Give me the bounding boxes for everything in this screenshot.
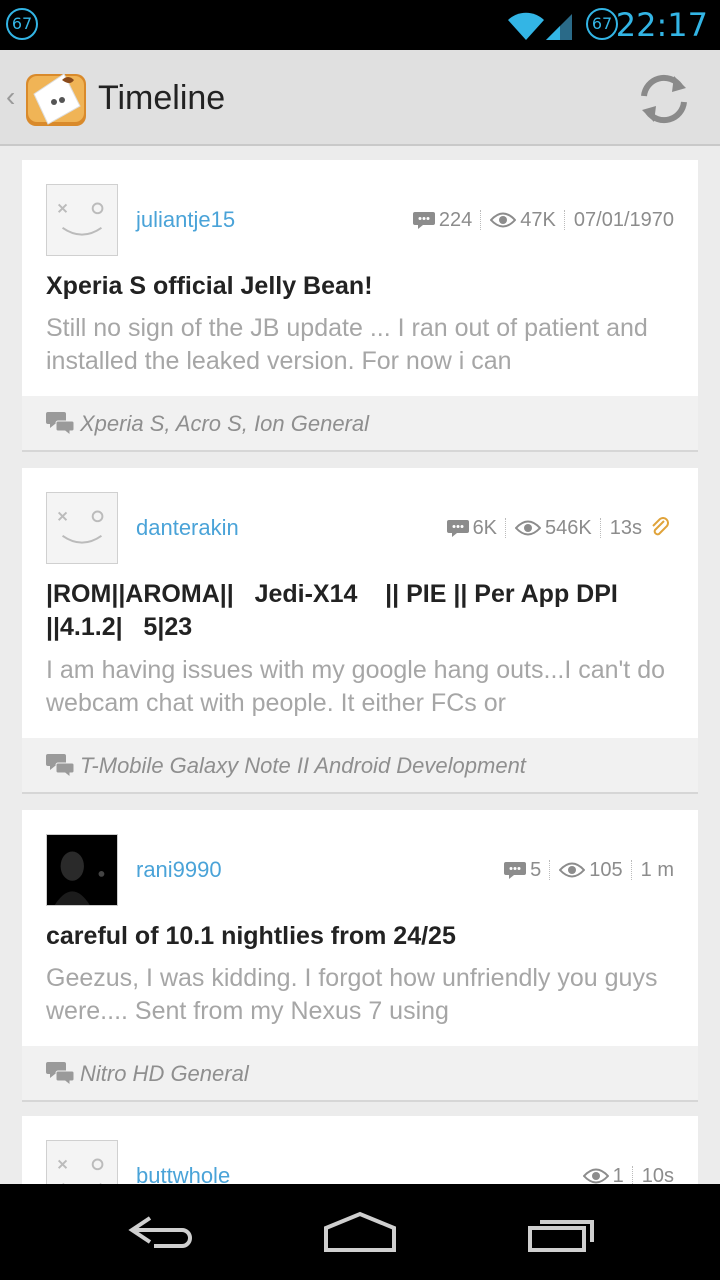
- wifi-icon: [508, 12, 544, 40]
- replies-icon: [412, 212, 435, 229]
- thread-card[interactable]: danterakin 6K 546K 13s |ROM||AROMA|| Jed…: [22, 468, 698, 794]
- divider: [480, 210, 482, 230]
- action-bar: ‹ Timeline: [0, 50, 720, 146]
- username-link[interactable]: rani9990: [136, 856, 222, 884]
- view-count: 47K: [520, 209, 556, 231]
- battery-badge: 67: [586, 8, 618, 40]
- default-avatar-icon[interactable]: [46, 184, 118, 256]
- navigation-bar: [0, 1184, 720, 1280]
- divider: [631, 1166, 634, 1184]
- post-time: 07/01/1970: [573, 209, 674, 231]
- thread-card[interactable]: rani9990 5 105 1 m careful of 10.1 night…: [22, 810, 698, 1102]
- view-count: 105: [589, 859, 623, 881]
- forum-name: T-Mobile Galaxy Note II Android Developm…: [80, 753, 526, 778]
- forum-icon: [46, 412, 75, 435]
- views-icon: [559, 862, 586, 878]
- home-icon[interactable]: [322, 1210, 398, 1254]
- up-caret-icon[interactable]: ‹: [6, 80, 15, 114]
- post-time: 13s: [609, 517, 642, 539]
- username-link[interactable]: buttwhole: [136, 1162, 230, 1184]
- forum-icon: [46, 1062, 75, 1085]
- thread-title[interactable]: careful of 10.1 nightlies from 24/25: [46, 920, 676, 953]
- thread-title[interactable]: Xperia S official Jelly Bean!: [46, 270, 676, 303]
- view-count: 1: [612, 1165, 624, 1184]
- page-title: Timeline: [98, 79, 226, 117]
- divider: [599, 518, 602, 538]
- thread-card[interactable]: juliantje15 224 47K 07/01/1970 Xperia S …: [22, 160, 698, 452]
- thread-stats: 224 47K 07/01/1970: [412, 206, 674, 234]
- thread-title[interactable]: |ROM||AROMA|| Jedi-X14 || PIE || Per App…: [46, 578, 676, 644]
- forum-name: Nitro HD General: [80, 1061, 249, 1086]
- views-icon: [515, 520, 542, 536]
- divider: [563, 210, 566, 230]
- thread-snippet: Still no sign of the JB update ... I ran…: [46, 314, 648, 375]
- forum-bar[interactable]: Nitro HD General: [22, 1046, 698, 1100]
- reply-count: 5: [530, 859, 542, 881]
- default-avatar-icon[interactable]: [46, 1140, 118, 1184]
- status-bar: 67 67 22:17: [0, 0, 720, 50]
- thread-snippet: Geezus, I was kidding. I forgot how unfr…: [46, 964, 658, 1025]
- views-icon: [582, 1168, 609, 1184]
- replies-icon: [504, 862, 527, 879]
- divider: [549, 860, 551, 880]
- thread-stats: 1 10s: [582, 1162, 674, 1184]
- notification-badge: 67: [6, 8, 38, 40]
- forum-icon: [46, 754, 75, 777]
- signal-icon: [546, 14, 572, 40]
- post-time: 1 m: [640, 859, 674, 881]
- recent-apps-icon[interactable]: [526, 1210, 598, 1254]
- clock: 22:17: [615, 6, 708, 44]
- forum-name: Xperia S, Acro S, Ion General: [80, 411, 369, 436]
- attachment-icon: [652, 517, 669, 536]
- xda-app-icon[interactable]: [24, 66, 88, 128]
- replies-icon: [446, 520, 469, 537]
- forum-bar[interactable]: Xperia S, Acro S, Ion General: [22, 396, 698, 450]
- back-icon[interactable]: [124, 1210, 196, 1254]
- views-icon: [490, 212, 517, 228]
- divider: [630, 860, 633, 880]
- post-time: 10s: [641, 1165, 674, 1184]
- refresh-icon[interactable]: [632, 70, 696, 128]
- username-link[interactable]: danterakin: [136, 514, 239, 542]
- thread-stats: 6K 546K 13s: [446, 514, 674, 542]
- forum-bar[interactable]: T-Mobile Galaxy Note II Android Developm…: [22, 738, 698, 792]
- divider: [505, 518, 507, 538]
- reply-count: 224: [438, 209, 473, 231]
- thread-card[interactable]: buttwhole 1 10s: [22, 1116, 698, 1184]
- user-photo-avatar[interactable]: [46, 834, 118, 906]
- timeline-feed[interactable]: juliantje15 224 47K 07/01/1970 Xperia S …: [0, 146, 720, 1184]
- reply-count: 6K: [472, 517, 498, 539]
- default-avatar-icon[interactable]: [46, 492, 118, 564]
- view-count: 546K: [545, 517, 592, 539]
- thread-stats: 5 105 1 m: [504, 856, 674, 884]
- thread-snippet: I am having issues with my google hang o…: [46, 656, 666, 717]
- username-link[interactable]: juliantje15: [136, 206, 235, 234]
